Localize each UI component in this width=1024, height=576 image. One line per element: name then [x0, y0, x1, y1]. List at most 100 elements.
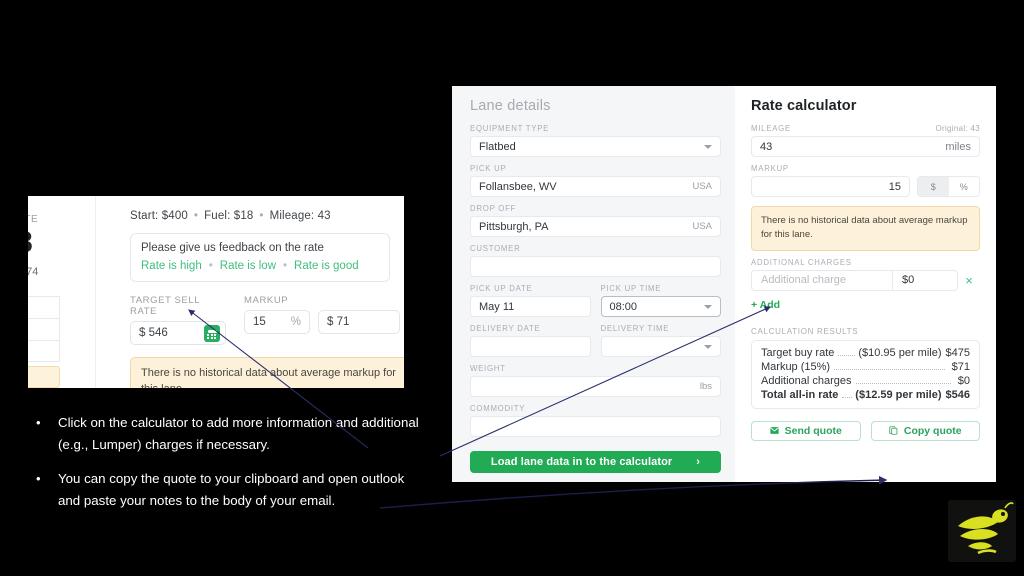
calculator-screen: [207, 329, 217, 333]
bullet-marker: •: [36, 471, 41, 487]
delivery-date-label: DELIVERY DATE: [470, 324, 541, 333]
markup-group: MARKUP 15 % $ 71: [244, 295, 400, 345]
result-amount: $475: [945, 346, 970, 359]
pick-up-date-label: PICK UP DATE: [470, 284, 533, 293]
add-charge-button[interactable]: + Add: [751, 299, 980, 311]
pick-up-input[interactable]: Follansbee, WV USA: [470, 176, 721, 197]
remove-charge-icon[interactable]: ×: [958, 274, 980, 287]
copy-quote-button[interactable]: Copy quote: [870, 420, 980, 441]
rate-calculator-pane: Rate calculator MILEAGE Original: 43 43 …: [735, 86, 996, 482]
pick-up-date-input[interactable]: May 11: [470, 296, 591, 317]
calc-warning-note: There is no historical data about averag…: [751, 206, 980, 251]
meta-separator: •: [193, 210, 199, 222]
pick-up-country: USA: [692, 181, 712, 192]
calc-markup-value: 15: [888, 180, 901, 193]
mileage-label: MILEAGE: [751, 124, 791, 133]
rate-feedback-body: Start: $400 • Fuel: $18 • Mileage: 43 Please…: [104, 196, 404, 388]
bee-logo-mark: [958, 502, 1014, 555]
markup-unit-percent[interactable]: %: [948, 177, 979, 196]
send-quote-label: Send quote: [784, 424, 842, 437]
list-item: • You can copy the quote to your clipboa…: [22, 468, 422, 511]
send-quote-button[interactable]: Send quote: [751, 420, 861, 441]
feedback-title: Please give us feedback on the rate: [141, 242, 324, 254]
rate-feedback-screenshot: ATE 8 574 Start: $400 • Fuel: $18 • Mileage:…: [28, 196, 404, 388]
result-name: Total all-in rate: [761, 388, 839, 401]
result-amount: $71: [951, 360, 970, 373]
rate-card-warning: There is no historical data about averag…: [130, 357, 404, 388]
commodity-input[interactable]: [470, 416, 721, 437]
target-sell-rate-input[interactable]: $ 546: [130, 321, 226, 345]
load-lane-data-button[interactable]: Load lane data in to the calculator ›: [470, 451, 721, 473]
calculator-icon[interactable]: [204, 325, 220, 342]
load-lane-data-label: Load lane data in to the calculator: [490, 456, 673, 468]
calc-markup-input[interactable]: 15: [751, 176, 910, 197]
meta-fuel: Fuel: $18: [204, 210, 254, 222]
clipped-label: ATE: [28, 214, 39, 225]
result-per-mile: ($10.95 per mile): [858, 346, 942, 359]
feedback-separator: •: [283, 260, 288, 272]
drop-off-label: DROP OFF: [470, 204, 517, 213]
markup-label: MARKUP: [244, 295, 289, 306]
lane-details-title: Lane details: [470, 98, 551, 114]
lane-details-pane: Lane details EQUIPMENT TYPE Flatbed PICK…: [452, 86, 735, 482]
result-row-total-all-in-rate: Total all-in rate ($12.59 per mile) $546: [761, 388, 970, 402]
delivery-time-label: DELIVERY TIME: [600, 324, 670, 333]
drop-off-input[interactable]: Pittsburgh, PA USA: [470, 216, 721, 237]
meta-mileage: Mileage: 43: [269, 210, 331, 222]
leader-dots: [834, 368, 945, 370]
markup-percent-input[interactable]: 15 %: [244, 310, 310, 334]
markup-unit-toggle[interactable]: $ %: [917, 176, 980, 197]
additional-charge-row: Additional charge $0 ×: [751, 269, 980, 291]
slide-canvas: ATE 8 574 Start: $400 • Fuel: $18 • Mileage:…: [0, 0, 1024, 576]
leader-dots: [842, 396, 853, 398]
target-sell-rate-value: $ 546: [139, 327, 168, 339]
pick-up-value: Follansbee, WV: [479, 180, 557, 193]
pick-up-date-value: May 11: [479, 300, 515, 313]
additional-charge-amount-input[interactable]: $0: [892, 269, 958, 291]
delivery-date-input[interactable]: [470, 336, 591, 357]
rate-calculator-title: Rate calculator: [751, 98, 857, 114]
pick-up-time-select[interactable]: 08:00: [600, 296, 721, 317]
target-sell-rate-label: TARGET SELL RATE: [130, 295, 200, 317]
weight-label: WEIGHT: [470, 364, 506, 373]
clipped-left-column: ATE 8 574: [28, 196, 96, 388]
feedback-box: Please give us feedback on the rate Rate…: [130, 233, 390, 282]
feedback-rate-high-link[interactable]: Rate is high: [141, 260, 202, 272]
equipment-type-select[interactable]: Flatbed: [470, 136, 721, 157]
result-name: Additional charges: [761, 374, 852, 387]
additional-charge-amount-value: $0: [902, 274, 915, 286]
weight-unit: lbs: [699, 381, 712, 392]
meta-separator: •: [259, 210, 264, 222]
customer-label: CUSTOMER: [470, 244, 521, 253]
drop-off-country: USA: [692, 221, 712, 232]
mileage-unit: miles: [945, 140, 971, 153]
feedback-links: Rate is high • Rate is low • Rate is good: [141, 260, 379, 272]
mileage-value: 43: [760, 140, 773, 153]
bullet-marker: •: [36, 415, 41, 430]
clipped-sub-value: 574: [28, 266, 39, 278]
chevron-down-icon: [704, 344, 712, 349]
equipment-type-value: Flatbed: [479, 140, 516, 153]
markup-unit-dollar[interactable]: $: [918, 177, 949, 196]
leader-dots: [838, 354, 856, 356]
mileage-input[interactable]: 43 miles: [751, 136, 980, 157]
feedback-rate-low-link[interactable]: Rate is low: [220, 260, 276, 272]
chevron-right-icon: ›: [696, 456, 701, 468]
feedback-rate-good-link[interactable]: Rate is good: [294, 260, 359, 272]
pick-up-time-value: 08:00: [609, 300, 638, 313]
markup-amount-value: $ 71: [327, 316, 350, 328]
result-name: Target buy rate: [761, 346, 835, 359]
markup-percent-value: 15: [253, 316, 266, 328]
copy-quote-label: Copy quote: [903, 424, 962, 437]
calculation-results-box: Target buy rate ($10.95 per mile) $475 M…: [751, 339, 980, 409]
markup-amount-input[interactable]: $ 71: [318, 310, 400, 334]
result-amount: $0: [957, 374, 970, 387]
additional-charge-name-input[interactable]: Additional charge: [751, 269, 892, 291]
quote-actions: Send quote Copy quote: [751, 420, 980, 441]
calc-markup-label: MARKUP: [751, 164, 789, 173]
delivery-time-select[interactable]: [600, 336, 721, 357]
weight-input[interactable]: lbs: [470, 376, 721, 397]
bullet-text: Click on the calculator to add more info…: [58, 415, 419, 452]
customer-input[interactable]: [470, 256, 721, 277]
calculation-results-label: CALCULATION RESULTS: [751, 326, 859, 336]
